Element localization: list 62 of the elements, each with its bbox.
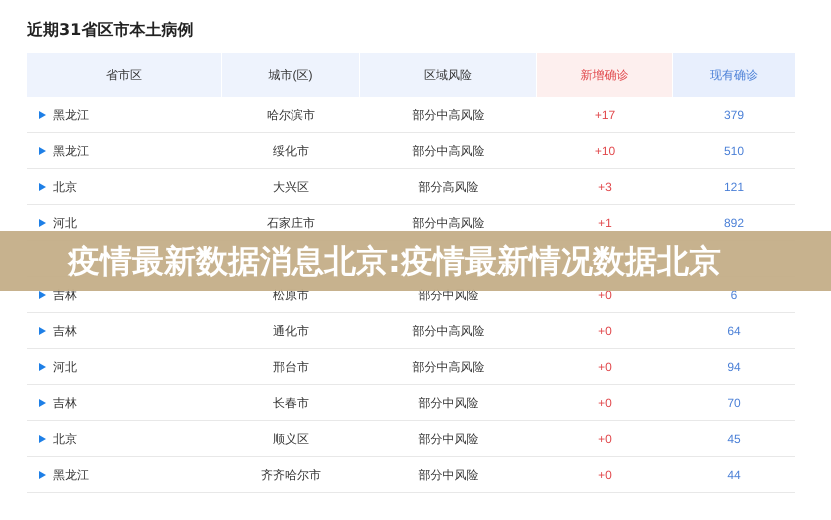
table-cell-text: 绥化市 — [273, 142, 309, 160]
table-cell-text: +0 — [598, 358, 612, 376]
table-cell-text: 部分中风险 — [418, 394, 478, 412]
expand-icon[interactable] — [39, 218, 46, 226]
table-cell-text: 379 — [724, 106, 744, 124]
table-cell-text: +0 — [598, 466, 612, 484]
table-cell-text: 部分中高风险 — [412, 214, 484, 232]
table-cell-text: 部分高风险 — [418, 178, 478, 196]
table-cell-text: 部分中风险 — [418, 466, 478, 484]
table-cell-text: 121 — [724, 178, 744, 196]
province-cell-text: 河北 — [53, 358, 77, 376]
table-cell-text: 部分中高风险 — [412, 106, 484, 124]
table-cell-text: 部分中高风险 — [412, 322, 484, 340]
table-cell-text: 部分中高风险 — [412, 358, 484, 376]
table-cell-text: 长春市 — [273, 394, 309, 412]
table-cell-text: +17 — [594, 106, 616, 124]
province-cell-text: 黑龙江 — [53, 142, 89, 160]
table-cell-text: 哈尔滨市 — [267, 106, 315, 124]
table-cell-text: 顺义区 — [273, 430, 309, 448]
table-cell-text: 石家庄市 — [267, 214, 315, 232]
province-cell-text: 北京 — [53, 430, 77, 448]
table-cell-text: 64 — [727, 322, 741, 340]
table-cell-text: 大兴区 — [273, 178, 309, 196]
province-cell-text: 吉林 — [53, 322, 77, 340]
section-title: 近期31省区市本土病例 — [27, 19, 194, 41]
column-header: 城市(区) — [222, 53, 359, 97]
table-cell-text: 892 — [724, 214, 744, 232]
province-cell-text: 黑龙江 — [53, 106, 89, 124]
province-cell-text: 黑龙江 — [53, 466, 89, 484]
province-cell-text: 吉林 — [53, 394, 77, 412]
table-cell-text: 齐齐哈尔市 — [261, 466, 321, 484]
expand-icon[interactable] — [39, 434, 46, 442]
table-cell-text: +0 — [598, 394, 612, 412]
table-cell-text: +1 — [598, 214, 612, 232]
table-cell-text: 部分中高风险 — [412, 142, 484, 160]
expand-icon[interactable] — [39, 326, 46, 334]
expand-icon[interactable] — [39, 146, 46, 154]
table-cell-text: 45 — [727, 430, 741, 448]
expand-icon[interactable] — [39, 110, 46, 118]
province-cell-text: 河北 — [53, 214, 77, 232]
table-cell-text: 510 — [724, 142, 744, 160]
column-header: 现有确诊 — [673, 53, 795, 97]
expand-icon[interactable] — [39, 290, 46, 298]
column-header: 区域风险 — [360, 53, 536, 97]
expand-icon[interactable] — [39, 470, 46, 478]
table-cell-text: +0 — [598, 430, 612, 448]
table-cell-text: +3 — [598, 178, 612, 196]
table-cell-text: 70 — [727, 394, 741, 412]
title-banner: 疫情最新数据消息北京:疫情最新情况数据北京 — [0, 231, 831, 291]
column-header: 省市区 — [27, 53, 221, 97]
table-cell-text: +0 — [598, 322, 612, 340]
table-cell-text: 部分中风险 — [418, 430, 478, 448]
expand-icon[interactable] — [39, 398, 46, 406]
province-cell-text: 北京 — [53, 178, 77, 196]
table-cell-text: 44 — [727, 466, 741, 484]
table-cell-text: 94 — [727, 358, 741, 376]
expand-icon[interactable] — [39, 182, 46, 190]
table-cell-text: 通化市 — [273, 322, 309, 340]
expand-icon[interactable] — [39, 362, 46, 370]
table-cell-text: 邢台市 — [273, 358, 309, 376]
column-header: 新增确诊 — [537, 53, 672, 97]
table-cell-text: +10 — [594, 142, 616, 160]
